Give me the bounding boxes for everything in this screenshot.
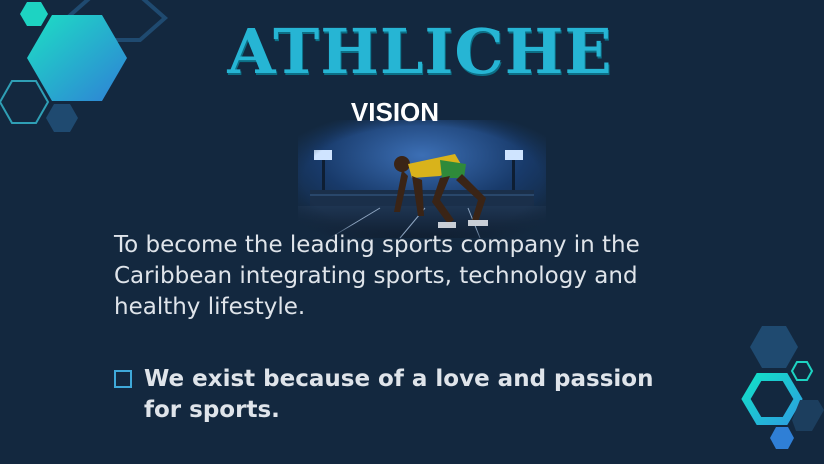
vision-heading: VISION — [350, 97, 440, 127]
square-outline-icon — [114, 370, 132, 388]
hexagon-shape — [46, 104, 78, 132]
sprinter-photo — [290, 120, 554, 240]
hexagon-shape — [741, 373, 803, 425]
hexagon-shape — [750, 326, 798, 368]
bullet-text: We exist because of a love and passion f… — [144, 366, 654, 423]
company-title: ATHLICHE — [227, 15, 613, 88]
hexagon-shape — [770, 427, 794, 449]
hexagon-shape — [20, 2, 48, 26]
bullet-item: We exist because of a love and passion f… — [114, 364, 714, 426]
hexagon-shape — [0, 80, 50, 124]
hexagon-shape — [27, 15, 127, 101]
hexagon-shape — [790, 361, 814, 381]
slide: ATHLICHE VISION To become the leading sp… — [0, 0, 824, 464]
vision-statement: To become the leading sports company in … — [114, 232, 640, 320]
